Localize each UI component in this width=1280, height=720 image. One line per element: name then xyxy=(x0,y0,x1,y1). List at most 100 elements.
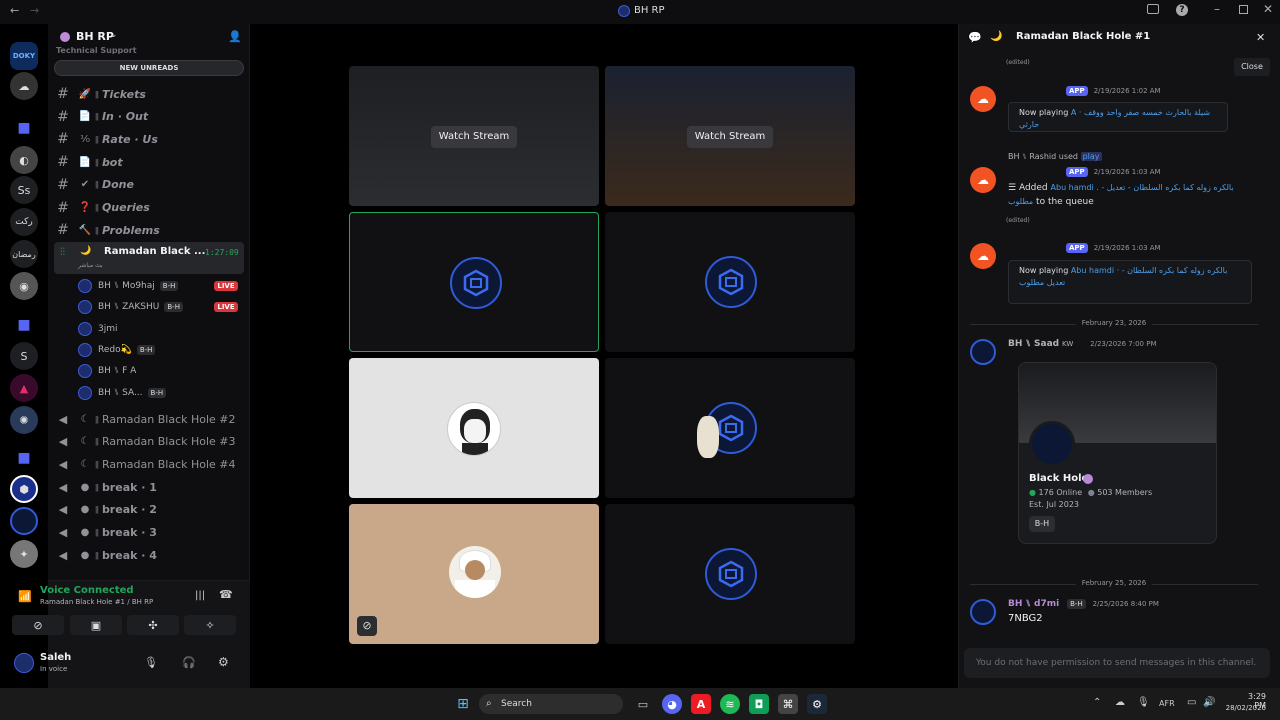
server-avatar[interactable]: ☁ xyxy=(10,72,38,100)
voice-channel-item[interactable]: ◀ ● ǁ break · 4 xyxy=(56,545,244,565)
voice-channel-item[interactable]: ◀ ● ǁ break · 1 xyxy=(56,477,244,497)
disconnect-icon[interactable]: ☎ xyxy=(219,588,233,601)
microphone-icon[interactable]: 🎙 xyxy=(1137,697,1150,708)
server-avatar[interactable]: S xyxy=(10,342,38,370)
folder-icon[interactable]: ■ xyxy=(10,444,38,472)
volume-icon[interactable]: 🔊 xyxy=(1203,697,1215,708)
channel-item[interactable]: # 📄 ǁ bot xyxy=(56,152,244,172)
user-avatar[interactable] xyxy=(14,653,34,673)
close-panel-icon[interactable]: ✕ xyxy=(1256,31,1265,44)
maximize-icon[interactable] xyxy=(1239,5,1248,14)
server-name[interactable]: BH RP xyxy=(76,30,114,43)
screen-share-button[interactable]: ▣ xyxy=(70,615,122,635)
cloud-icon[interactable]: ☁ xyxy=(1115,697,1125,708)
server-avatar[interactable]: ✺ xyxy=(10,406,38,434)
network-icon[interactable]: ▭ xyxy=(1187,697,1196,708)
voice-channel-item[interactable]: ◀ ☾ ǁ Ramadan Black Hole #2 xyxy=(56,409,244,429)
voice-channel-item[interactable]: ◀ ☾ ǁ Ramadan Black Hole #4 xyxy=(56,454,244,474)
participant-tile[interactable] xyxy=(605,212,855,352)
help-icon[interactable]: ? xyxy=(1176,4,1188,16)
soundcloud-bot-avatar[interactable]: ☁ xyxy=(970,86,996,112)
reply-user[interactable]: BH ⑊ Rashid xyxy=(1008,152,1056,161)
participant-tile[interactable] xyxy=(605,504,855,644)
spotify-app-icon[interactable]: ≋ xyxy=(720,694,740,714)
voice-channel-item[interactable]: ◀ ● ǁ break · 2 xyxy=(56,500,244,520)
language-indicator[interactable]: AFR xyxy=(1159,699,1175,708)
server-avatar[interactable]: ◉ xyxy=(10,272,38,300)
adobe-app-icon[interactable]: A xyxy=(691,694,711,714)
server-avatar[interactable]: DOKY xyxy=(10,42,38,70)
command-link[interactable]: play xyxy=(1080,152,1102,161)
voice-user[interactable]: BH ⑊ Mo9haj B-H xyxy=(78,277,179,295)
server-avatar[interactable]: ركت xyxy=(10,208,38,236)
new-unreads-pill[interactable]: NEW UNREADS xyxy=(54,60,244,76)
author-name[interactable]: BH ⑊ Saad xyxy=(1008,339,1059,349)
stream-tile[interactable]: Watch Stream xyxy=(605,66,855,206)
voice-channel-item[interactable]: ◀ ☾ ǁ Ramadan Black Hole #3 xyxy=(56,432,244,452)
server-avatar[interactable]: ⬢ xyxy=(10,475,38,503)
voice-user[interactable]: BH ⑊ ZAKSHU B-H xyxy=(78,298,183,316)
steam-app-icon[interactable]: ⚙ xyxy=(807,694,827,714)
voice-user[interactable]: BH ⑊ F A xyxy=(78,362,136,380)
minimize-icon[interactable]: – xyxy=(1214,2,1220,16)
user-avatar[interactable] xyxy=(970,599,996,625)
chevron-down-icon[interactable]: ⌄ xyxy=(110,30,118,40)
inbox-icon[interactable] xyxy=(1147,4,1159,14)
discord-app-icon[interactable]: ◕ xyxy=(662,694,682,714)
server-avatar[interactable]: ✦ xyxy=(10,540,38,568)
camera-off-button[interactable]: ⊘ xyxy=(12,615,64,635)
active-server-avatar[interactable] xyxy=(10,507,38,535)
channel-item[interactable]: # 📄 ǁ In · Out xyxy=(56,107,244,127)
back-arrow-icon[interactable]: ← xyxy=(10,4,19,17)
channel-item[interactable]: # 🚀 ǁ Tickets xyxy=(56,84,244,104)
channel-label: Problems xyxy=(101,223,160,237)
voice-connected-title[interactable]: Voice Connected xyxy=(40,585,134,596)
voice-user[interactable]: Redo💫 B-H xyxy=(78,341,156,359)
soundboard-button[interactable]: ✧ xyxy=(184,615,236,635)
voice-channel-item[interactable]: ◀ ● ǁ break · 3 xyxy=(56,523,244,543)
noise-suppression-icon[interactable]: ||| xyxy=(195,590,205,601)
soundcloud-bot-avatar[interactable]: ☁ xyxy=(970,167,996,193)
folder-icon[interactable]: ■ xyxy=(10,311,38,339)
server-avatar[interactable]: رمضان xyxy=(10,240,38,268)
add-member-icon[interactable]: 👤 xyxy=(228,30,242,43)
taskbar-search[interactable]: ⌕ Search xyxy=(479,694,623,714)
server-avatar[interactable]: ▲ xyxy=(10,374,38,402)
server-avatar[interactable]: Ss xyxy=(10,176,38,204)
user-name[interactable]: Saleh xyxy=(40,652,71,663)
task-view-icon[interactable]: ▭ xyxy=(633,694,653,714)
gamepad-app-icon[interactable]: ◘ xyxy=(749,694,769,714)
voice-user[interactable]: 3jmi xyxy=(78,320,118,338)
message-input[interactable]: You do not have permission to send messa… xyxy=(964,648,1270,678)
participant-tile[interactable]: ⊘ xyxy=(349,504,599,644)
clock-date[interactable]: 28/02/2026 xyxy=(1222,704,1266,712)
participant-tile[interactable] xyxy=(349,358,599,498)
stream-tile[interactable]: Watch Stream xyxy=(349,66,599,206)
channel-item[interactable]: # ❓ ǁ Queries xyxy=(56,198,244,218)
headphones-icon[interactable]: 🎧 xyxy=(182,656,196,669)
channel-item[interactable]: # ⅟₀ ǁ Rate · Us xyxy=(56,129,244,149)
separator-icon: ǁ xyxy=(95,225,99,235)
participant-tile[interactable] xyxy=(349,212,599,352)
author-name[interactable]: BH ⑊ d7mi xyxy=(1008,599,1059,609)
activities-button[interactable]: ✣ xyxy=(127,615,179,635)
voice-connected-subtitle[interactable]: Ramadan Black Hole #1 / BH RP xyxy=(40,598,153,606)
folder-icon[interactable]: ■ xyxy=(10,114,38,142)
voice-user[interactable]: BH ⑊ SA... B-H xyxy=(78,384,167,402)
app-icon[interactable]: ⌘ xyxy=(778,694,798,714)
user-avatar[interactable] xyxy=(970,339,996,365)
server-avatar[interactable]: ◐ xyxy=(10,146,38,174)
soundcloud-bot-avatar[interactable]: ☁ xyxy=(970,243,996,269)
channel-item[interactable]: # ✔ ǁ Done xyxy=(56,175,244,195)
participant-tile[interactable] xyxy=(605,358,855,498)
chevron-up-icon[interactable]: ⌃ xyxy=(1093,697,1101,708)
channel-item[interactable]: # 🔨 ǁ Problems xyxy=(56,220,244,240)
close-window-icon[interactable]: ✕ xyxy=(1263,2,1273,16)
forward-arrow-icon[interactable]: → xyxy=(30,4,39,17)
settings-gear-icon[interactable]: ⚙ xyxy=(218,655,229,669)
microphone-icon[interactable]: 🎙 xyxy=(144,656,158,669)
watch-stream-button[interactable]: Watch Stream xyxy=(431,126,517,148)
server-invite-card[interactable]: Black Hole ● 176 Online ● 503 Members Es… xyxy=(1018,362,1217,544)
watch-stream-button[interactable]: Watch Stream xyxy=(687,126,773,148)
windows-start-icon[interactable]: ⊞ xyxy=(453,694,473,714)
